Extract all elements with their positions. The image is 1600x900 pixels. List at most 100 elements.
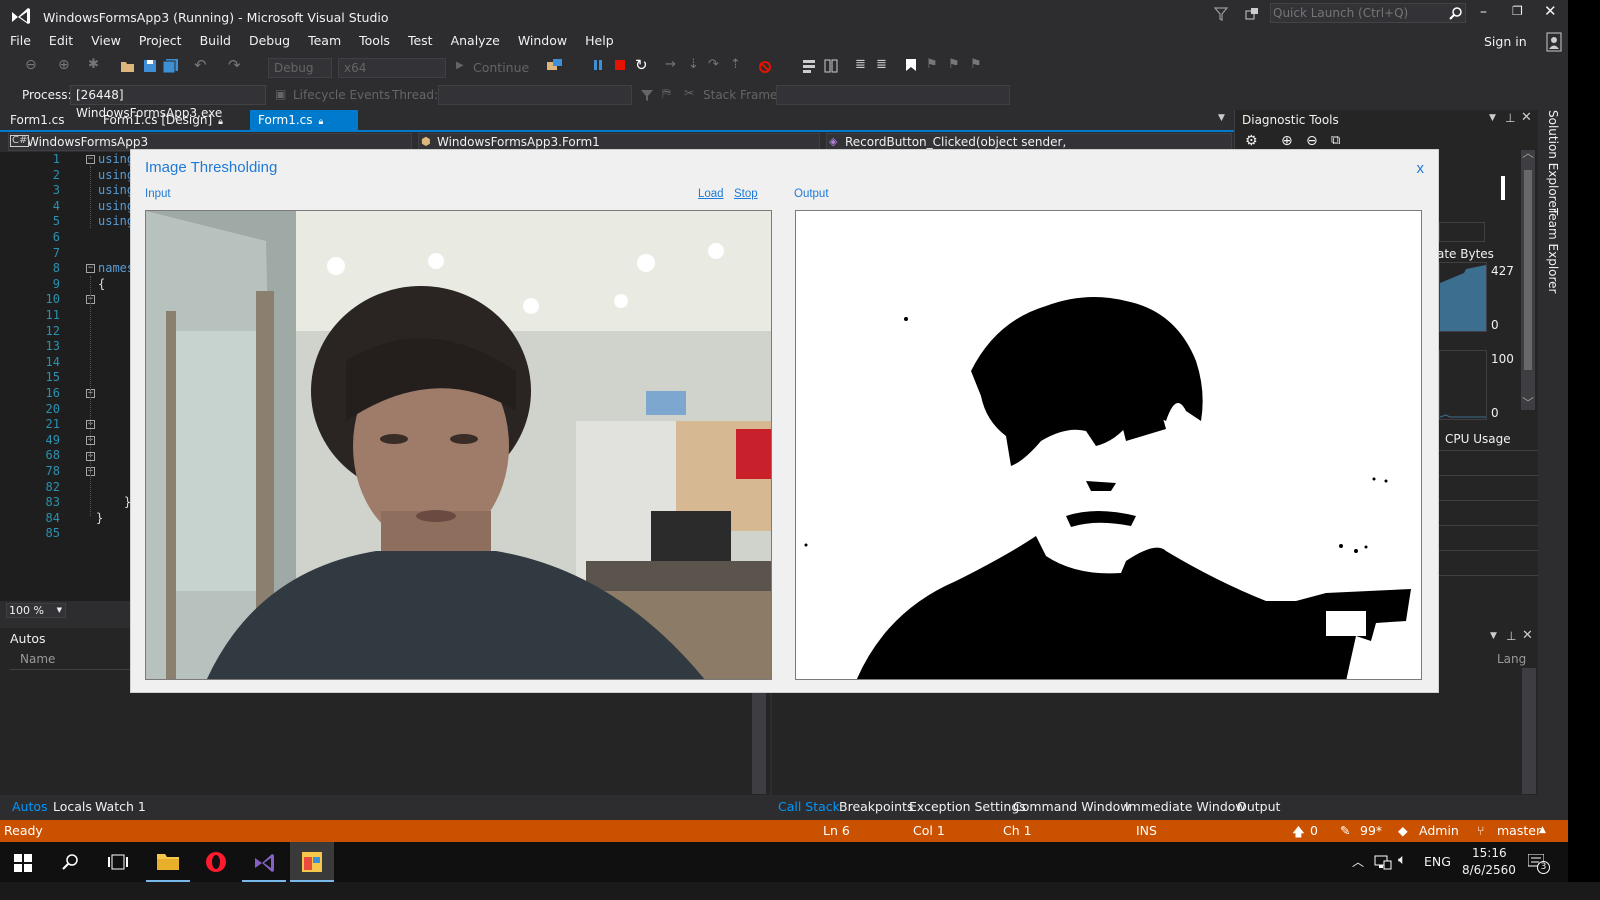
threads-icon[interactable] [802,59,816,73]
next-bookmark-icon[interactable]: ⚑ [948,57,960,72]
menu-item-help[interactable]: Help [576,32,623,50]
panel-menu-icon[interactable]: ▼ [1490,631,1497,641]
tab-form1-design[interactable]: Form1.cs [Design] 🔒︎ [95,110,231,130]
tab-form1-cs-active[interactable]: Form1.cs🔒︎⊣✕ [250,110,358,149]
tab-form1-cs[interactable]: Form1.cs [2,110,73,130]
dialog-close-button[interactable]: x [1417,160,1425,177]
configuration-select[interactable]: Debug [268,58,332,78]
debug-target-icon[interactable] [546,58,564,74]
stack-frame-select[interactable] [776,85,1010,105]
tab-exception-settings[interactable]: Exception Settings [909,799,1026,814]
tab-overflow-icon[interactable]: ▼ [1218,113,1225,123]
branch-icon[interactable]: ⑂ [1477,823,1485,838]
step-over-icon[interactable]: ↷ [708,57,719,72]
search-icon[interactable] [1449,6,1463,20]
forward-icon[interactable]: ⊕ [58,57,70,73]
load-link[interactable]: Load [698,188,724,200]
new-project-icon[interactable]: ✱ [88,57,99,72]
platform-select[interactable]: x64 [338,58,446,78]
fold-toggle[interactable]: − [86,155,95,164]
prev-bookmark-icon[interactable]: ⚑ [926,57,938,72]
action-center-button[interactable]: 3 [1526,852,1550,874]
unpushed-count[interactable]: 0 [1310,823,1318,838]
sign-in-link[interactable]: Sign in [1484,33,1527,51]
solution-explorer-tab[interactable]: Solution Explorer [1546,110,1560,213]
show-threads-icon[interactable]: ✂ [684,86,694,100]
save-icon[interactable] [143,59,157,73]
zoom-in-icon[interactable]: ⊕ [1281,133,1293,149]
thread-select[interactable] [438,85,632,105]
pin-icon[interactable]: ⊥ [1505,111,1515,125]
stop-debugging-icon[interactable] [614,59,626,71]
feedback-icon[interactable] [1244,6,1260,22]
repository-name[interactable]: Admin [1419,823,1459,838]
menu-item-window[interactable]: Window [509,32,576,50]
clock-date[interactable]: 8/6/2560 [1462,863,1516,877]
tab-watch-1[interactable]: Watch 1 [95,799,146,814]
tab-immediate-window[interactable]: Immediate Window [1125,799,1246,814]
continue-button[interactable]: Continue [473,60,529,75]
user-account-icon[interactable] [1546,32,1562,52]
team-explorer-tab[interactable]: Team Explorer [1546,208,1560,294]
tab-autos[interactable]: Autos [12,799,48,814]
windows-start-icon[interactable] [14,854,32,872]
menu-item-view[interactable]: View [82,32,130,50]
exception-icon[interactable] [757,58,775,74]
fold-toggle[interactable]: − [86,264,95,273]
clear-bookmarks-icon[interactable]: ⚑ [970,57,982,72]
name-column-header[interactable]: Name [20,652,55,666]
menu-item-team[interactable]: Team [299,32,350,50]
winforms-app-taskbar-button[interactable] [290,842,334,882]
reset-view-icon[interactable]: ⧉ [1331,133,1340,148]
repo-icon[interactable]: ◆ [1398,823,1408,838]
network-icon[interactable] [1374,854,1392,870]
tab-locals[interactable]: Locals [53,799,92,814]
quick-launch-box[interactable] [1270,3,1466,23]
visual-studio-taskbar-button[interactable] [242,842,286,882]
break-all-icon[interactable] [592,59,604,71]
open-folder-icon[interactable] [120,59,136,73]
pencil-icon[interactable]: ✎ [1340,823,1350,838]
scrollbar-thumb[interactable] [1524,170,1532,370]
restore-icon[interactable]: ❐ [1512,4,1523,18]
menu-item-file[interactable]: File [1,32,40,50]
close-panel-icon[interactable]: ✕ [1522,628,1533,643]
outdent-icon[interactable]: ≣ [855,57,866,72]
menu-item-project[interactable]: Project [130,32,191,50]
minimize-icon[interactable]: – [1480,4,1487,20]
menu-item-edit[interactable]: Edit [40,32,82,50]
back-icon[interactable]: ⊖ [25,57,37,73]
task-view-icon[interactable] [108,854,128,870]
search-icon[interactable] [62,853,80,871]
opera-button[interactable] [194,842,238,882]
menu-item-test[interactable]: Test [399,32,442,50]
menu-item-tools[interactable]: Tools [350,32,399,50]
undo-icon[interactable]: ↶ [194,56,207,74]
cpu-usage-tab[interactable]: CPU Usage [1445,432,1511,446]
stack-frames-icon[interactable] [824,59,838,73]
language-column-header[interactable]: Lang [1497,652,1526,666]
step-into-icon[interactable]: ⇣ [688,57,699,72]
indent-icon[interactable]: ≣ [876,57,887,72]
process-select[interactable]: [26448] WindowsFormsApp3.exe [70,85,266,120]
autos-scrollbar[interactable] [752,688,766,794]
menu-item-analyze[interactable]: Analyze [442,32,509,50]
show-hidden-icons[interactable]: ︿ [1352,853,1364,870]
filter-icon[interactable] [1214,6,1228,22]
menu-item-build[interactable]: Build [191,32,240,50]
close-panel-icon[interactable]: ✕ [1521,110,1532,125]
stop-link[interactable]: Stop [734,188,758,200]
tab-breakpoints[interactable]: Breakpoints [839,799,913,814]
changes-count[interactable]: 99* [1360,823,1382,838]
tab-call-stack[interactable]: Call Stack [778,799,840,814]
lifecycle-events-button[interactable]: Lifecycle Events [293,88,390,102]
quick-launch-input[interactable] [1273,5,1443,21]
close-window-icon[interactable]: ✕ [1544,2,1557,20]
volume-icon[interactable]: 🔈︎ [1398,852,1406,868]
thread-filter-icon[interactable] [640,88,654,102]
flag-icon[interactable]: ⛿ [662,86,671,101]
step-out-icon[interactable]: ⇡ [730,57,741,72]
branch-menu-icon[interactable]: ▲ [1539,825,1546,835]
redo-icon[interactable]: ↷ [228,56,241,74]
save-all-icon[interactable] [163,59,179,73]
